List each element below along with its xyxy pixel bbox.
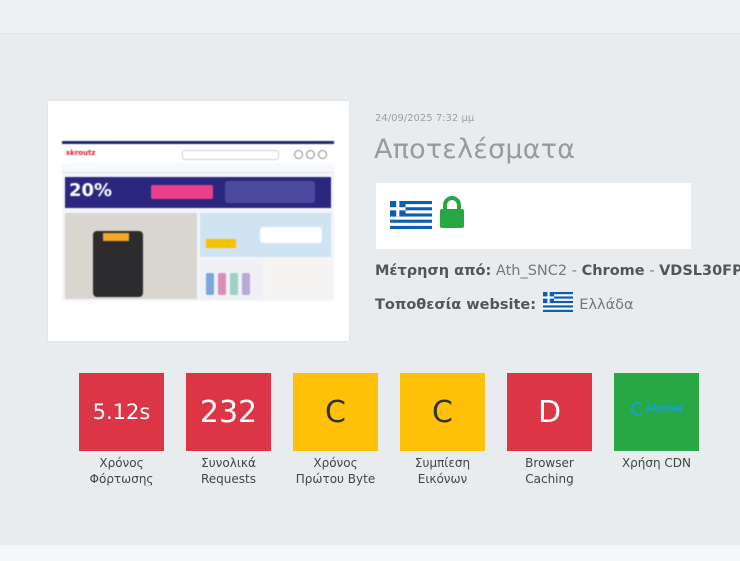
- metric-ttfb[interactable]: C Χρόνος Πρώτου Byte: [293, 373, 378, 487]
- metric-value-tile: C: [400, 373, 485, 451]
- screenshot-banner-text: 20%: [69, 180, 113, 201]
- footer-strip: [0, 545, 740, 561]
- metric-cdn[interactable]: Akamai Χρήση CDN: [614, 373, 699, 471]
- greece-flag-icon: [390, 201, 432, 229]
- metric-caption: Συμπίεση Εικόνων: [414, 456, 471, 486]
- screenshot-promo-ac: [200, 213, 331, 257]
- metric-value-tile: D: [507, 373, 592, 451]
- metric-caption: Χρόνος Πρώτου Byte: [295, 456, 376, 486]
- metric-image-compression[interactable]: C Συμπίεση Εικόνων: [400, 373, 485, 487]
- cdn-provider: Akamai: [645, 404, 683, 414]
- site-badges: [376, 183, 691, 249]
- akamai-logo-icon: [630, 402, 643, 416]
- separator: -: [571, 263, 577, 279]
- website-country: Ελλάδα: [579, 297, 634, 313]
- screenshot-icon: [294, 150, 303, 159]
- metric-value-tile: 232: [186, 373, 271, 451]
- metric-value-tile: C: [293, 373, 378, 451]
- screenshot-logo: skroutz: [66, 149, 96, 157]
- screenshot-promo-misc: [266, 260, 331, 299]
- measurement-browser: Chrome: [581, 263, 645, 279]
- screenshot-banner: 20%: [65, 177, 331, 208]
- screenshot-strip: [62, 163, 334, 173]
- metric-caption: Χρήση CDN: [621, 456, 692, 470]
- screenshot-banner-device: [225, 181, 315, 203]
- ac-shape: [260, 227, 322, 243]
- website-screenshot-card[interactable]: skroutz 20%: [48, 101, 349, 341]
- metric-caption: Συνολικά Requests: [201, 456, 256, 486]
- measurement-info: Μέτρηση από: Ath_SNC2 - Chrome - VDSL30F…: [375, 263, 740, 279]
- screenshot-search: [182, 150, 279, 160]
- separator: -: [649, 263, 655, 279]
- test-timestamp: 24/09/2025 7:32 μμ: [375, 113, 475, 124]
- metric-load-time[interactable]: 5.12s Χρόνος Φόρτωσης: [79, 373, 164, 487]
- metric-value-tile: 5.12s: [79, 373, 164, 451]
- metric-value-tile: Akamai: [614, 373, 699, 451]
- screenshot-icon: [318, 150, 327, 159]
- metric-total-requests[interactable]: 232 Συνολικά Requests: [186, 373, 271, 487]
- screenshot-icon: [306, 150, 315, 159]
- price-tag-shape: [206, 239, 236, 248]
- measurement-label: Μέτρηση από:: [375, 263, 492, 279]
- website-location-info: Τοποθεσία website: Ελλάδα: [375, 292, 634, 313]
- page-title: Αποτελέσματα: [374, 134, 576, 165]
- lock-icon: [440, 196, 464, 228]
- top-bar: [0, 0, 740, 34]
- product-shape: [218, 273, 226, 295]
- price-tag-shape: [103, 233, 129, 241]
- screenshot-promo-products: [200, 260, 263, 299]
- metric-browser-caching[interactable]: D Browser Caching: [507, 373, 592, 487]
- metric-caption: Χρόνος Φόρτωσης: [89, 456, 154, 486]
- product-shape: [230, 273, 238, 295]
- metric-caption: Browser Caching: [525, 456, 574, 486]
- product-shape: [206, 273, 214, 295]
- screenshot-banner-pill: [151, 185, 213, 199]
- measurement-connection: VDSL30FP: [659, 263, 740, 279]
- measurement-location: Ath_SNC2: [495, 263, 568, 279]
- website-location-label: Τοποθεσία website:: [375, 297, 537, 313]
- product-shape: [242, 273, 250, 295]
- website-screenshot: skroutz 20%: [62, 141, 334, 301]
- screenshot-promo-washer: [65, 213, 197, 299]
- greece-flag-icon: [542, 292, 573, 312]
